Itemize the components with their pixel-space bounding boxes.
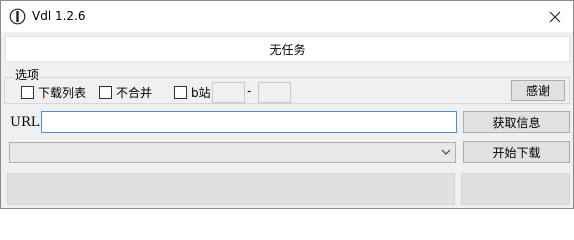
start-download-button[interactable]: 开始下载 <box>463 141 570 163</box>
checkbox-box[interactable] <box>21 85 34 99</box>
no-merge-checkbox[interactable]: 不合并 <box>99 85 153 100</box>
status-bar: 无任务 <box>5 36 570 62</box>
options-legend: 选项 <box>14 68 41 82</box>
range-separator: - <box>247 84 252 98</box>
close-icon <box>549 11 561 22</box>
checkbox-box[interactable] <box>99 85 112 99</box>
close-button[interactable] <box>537 1 573 32</box>
format-select[interactable] <box>9 142 456 163</box>
progress-panel <box>7 173 455 205</box>
start-download-label: 开始下载 <box>492 145 541 160</box>
app-logo-icon <box>9 8 26 25</box>
chevron-down-icon <box>441 149 451 155</box>
window-title: Vdl 1.2.6 <box>32 9 86 23</box>
side-panel <box>461 173 570 205</box>
fetch-info-button[interactable]: 获取信息 <box>463 111 570 133</box>
range-end-input[interactable] <box>258 82 291 103</box>
range-start-input[interactable] <box>212 82 245 103</box>
thanks-button[interactable]: 感谢 <box>511 80 565 101</box>
app-window: Vdl 1.2.6 无任务 选项 下载列表 不合并 b站 - 感谢 URL 获取… <box>0 0 574 209</box>
bilibili-checkbox[interactable]: b站 <box>174 85 211 100</box>
bilibili-label: b站 <box>191 85 211 100</box>
checkbox-box[interactable] <box>174 85 187 99</box>
download-list-label: 下载列表 <box>38 85 87 100</box>
fetch-info-label: 获取信息 <box>492 115 541 130</box>
url-input[interactable] <box>41 111 457 133</box>
url-label: URL <box>10 115 40 130</box>
thanks-button-label: 感谢 <box>525 84 550 98</box>
no-merge-label: 不合并 <box>116 85 153 100</box>
download-list-checkbox[interactable]: 下载列表 <box>21 85 87 100</box>
title-bar: Vdl 1.2.6 <box>1 1 573 32</box>
status-text: 无任务 <box>269 42 306 57</box>
